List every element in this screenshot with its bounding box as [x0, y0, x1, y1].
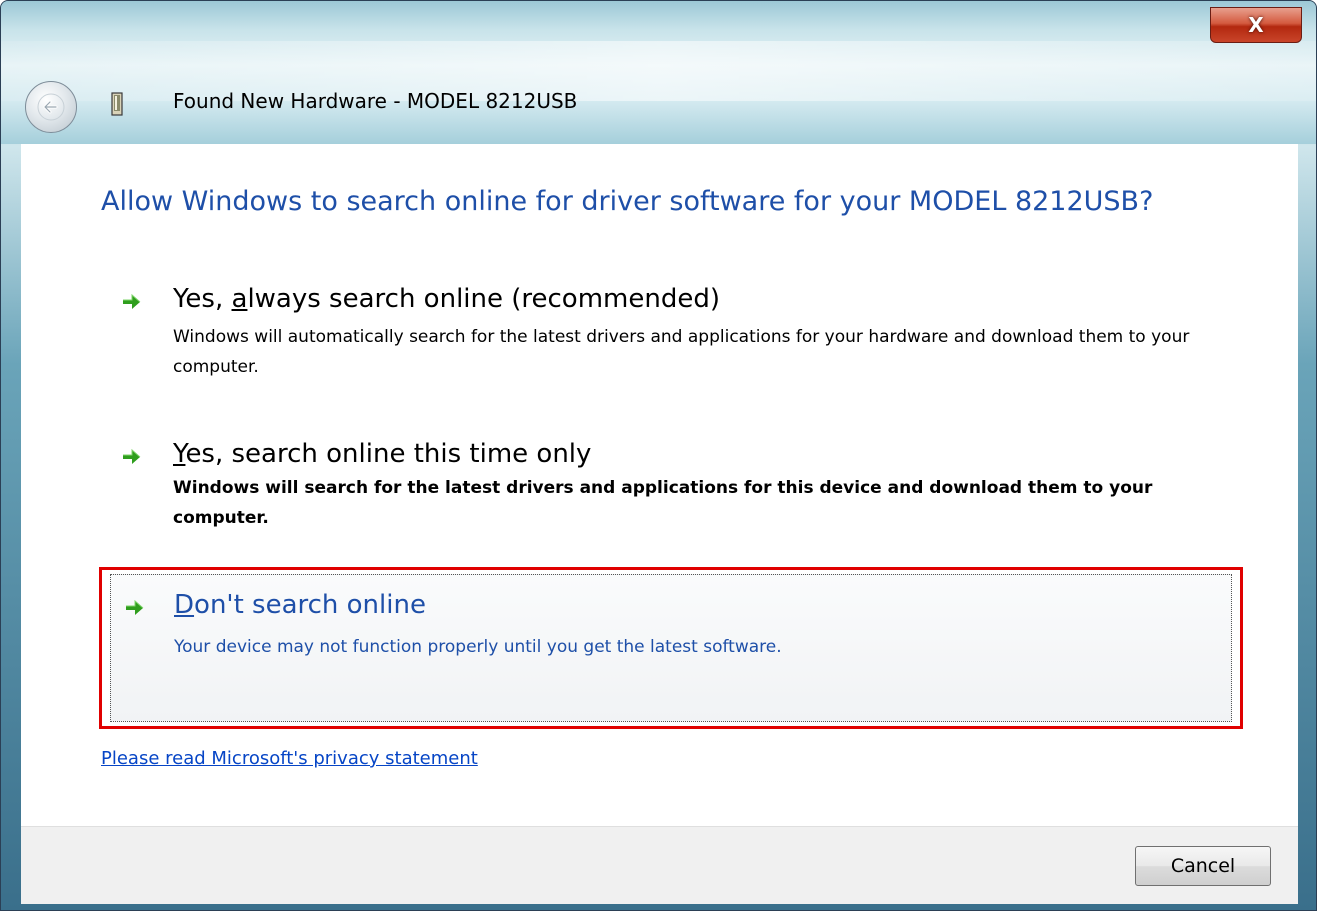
close-button[interactable]: X	[1210, 7, 1302, 43]
close-icon: X	[1248, 13, 1264, 37]
content-area: Allow Windows to search online for drive…	[21, 144, 1298, 826]
option-dont-search[interactable]: Don't search online Your device may not …	[99, 567, 1243, 729]
privacy-statement-link[interactable]: Please read Microsoft's privacy statemen…	[101, 748, 478, 769]
option-description: Windows will search for the latest drive…	[173, 478, 1153, 528]
green-arrow-icon	[123, 448, 141, 464]
green-arrow-icon	[126, 599, 144, 615]
option-description: Your device may not function properly un…	[174, 637, 782, 657]
green-arrow-icon	[123, 293, 141, 309]
option-title: Yes, search online this time only	[173, 439, 592, 469]
option-title: Yes, always search online (recommended)	[173, 284, 720, 314]
option-title: Don't search online	[174, 590, 426, 620]
hardware-device-icon	[111, 92, 123, 116]
title-bar	[1, 1, 1316, 144]
window-title: Found New Hardware - MODEL 8212USB	[173, 89, 578, 113]
option-search-this-time[interactable]: Yes, search online this time only Window…	[101, 437, 1235, 587]
page-heading: Allow Windows to search online for drive…	[101, 186, 1154, 217]
button-bar: Cancel	[21, 826, 1298, 904]
dialog-window: X Found New Hardware - MODEL 8212USB All…	[0, 0, 1317, 911]
back-arrow-icon	[37, 93, 65, 121]
option-description: Windows will automatically search for th…	[173, 327, 1190, 377]
back-button[interactable]	[25, 81, 77, 133]
option-always-search[interactable]: Yes, always search online (recommended) …	[101, 282, 1235, 432]
cancel-button[interactable]: Cancel	[1135, 846, 1271, 886]
